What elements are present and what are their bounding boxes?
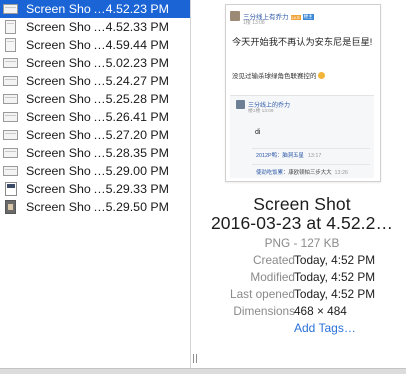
add-tags-link[interactable]: Add Tags… [294, 321, 356, 335]
file-time: …4.59.44 PM [93, 38, 169, 52]
file-name: Screen Sho [26, 20, 91, 34]
file-row[interactable]: Screen Sho …5.29.33 PM [0, 180, 190, 198]
modified-row: Modified Today, 4:52 PM [198, 270, 406, 286]
file-name: Screen Sho [26, 92, 91, 106]
file-title-line2: 2016-03-23 at 4.52.2… [210, 213, 394, 233]
file-thumbnail-icon [5, 20, 16, 34]
file-row[interactable]: Screen Sho …5.25.28 PM [0, 90, 190, 108]
preview-pane: 三分线上有乔力 Lv.6 楼主 1楼 13:08 今天开始我不再认为安东尼是巨星! … [198, 0, 406, 368]
role-badge: 楼主 [302, 14, 314, 21]
dimensions-row: Dimensions 468 × 484 [198, 304, 406, 320]
file-thumbnail-icon [3, 76, 18, 86]
file-row[interactable]: Screen Sho …5.27.20 PM [0, 126, 190, 144]
last-opened-label: Last opened [230, 287, 295, 301]
file-thumbnail-icon [5, 200, 16, 214]
reply-avatar [236, 100, 245, 109]
post-meta: 1楼 13:08 [243, 20, 265, 26]
file-time: …5.29.50 PM [93, 200, 169, 214]
file-name: Screen Sho [26, 128, 91, 142]
sub-reply-1-time: 13:17 [307, 153, 322, 159]
file-time: …5.29.00 PM [93, 164, 169, 178]
column-resize-handle[interactable] [193, 354, 197, 363]
sub-reply-1-text: 2012P鸭：脑洞五星 [256, 153, 304, 159]
file-thumbnail-icon [5, 38, 16, 52]
last-opened-row: Last opened Today, 4:52 PM [198, 287, 406, 303]
file-row[interactable]: Screen Sho …4.59.44 PM [0, 36, 190, 54]
reply-block: 三分线上的乔力 楼1楼 13:09 di 2012P鸭：脑洞五星 13:17 使劲… [230, 95, 374, 178]
file-name: Screen Sho [26, 164, 91, 178]
file-title: Screen Shot [253, 194, 351, 214]
file-row[interactable]: Screen Sho …5.26.41 PM [0, 108, 190, 126]
file-thumbnail-icon [3, 4, 18, 14]
post-content-line2-text: 没见过输杀球绿角色联赛控的 [232, 73, 317, 80]
file-thumbnail-icon [3, 58, 18, 68]
sub-reply-2-time: 13:26 [334, 170, 349, 176]
sub-reply-2-text: ：康欧顿帕三步大大 [282, 170, 332, 176]
file-name: Screen Sho [26, 110, 91, 124]
created-label: Created [253, 253, 295, 267]
file-list[interactable]: Screen Sho …4.52.23 PM Screen Sho …4.52.33 … [0, 0, 190, 368]
horizontal-scrollbar[interactable] [0, 368, 406, 374]
file-name: Screen Sho [26, 56, 91, 70]
created-value: Today, 4:52 PM [294, 253, 376, 267]
sub-reply-2-user: 使劲吃饭累 [256, 170, 283, 176]
file-name: Screen Sho [26, 182, 91, 196]
last-opened-value: Today, 4:52 PM [294, 287, 376, 301]
dimensions-label: Dimensions [233, 304, 295, 318]
post-content: 今天开始我不再认为安东尼是巨星! [232, 37, 373, 47]
file-time: …5.26.41 PM [93, 110, 169, 124]
file-name: Screen Sho [26, 74, 91, 88]
file-row[interactable]: Screen Sho …5.28.35 PM [0, 144, 190, 162]
file-time: …5.25.28 PM [93, 92, 169, 106]
reply-text: di [255, 129, 261, 136]
reply-meta: 楼1楼 13:09 [248, 109, 274, 114]
file-thumbnail-icon [3, 130, 18, 140]
emoji-icon [317, 72, 325, 79]
file-row[interactable]: Screen Sho …5.02.23 PM [0, 54, 190, 72]
sub-reply-1: 2012P鸭：脑洞五星 13:17 [256, 151, 321, 159]
file-row[interactable]: Screen Sho …4.52.33 PM [0, 18, 190, 36]
file-time: …5.28.35 PM [93, 146, 169, 160]
file-time: …5.02.23 PM [93, 56, 169, 70]
post-content-line2: 没见过输杀球绿角色联赛控的 [232, 70, 325, 80]
file-thumbnail-icon [5, 182, 17, 196]
image-thumbnail[interactable]: 三分线上有乔力 Lv.6 楼主 1楼 13:08 今天开始我不再认为安东尼是巨星! … [225, 4, 381, 182]
level-badge: Lv.6 [290, 14, 301, 20]
column-divider [190, 0, 191, 368]
file-time: …4.52.23 PM [93, 2, 169, 16]
file-time: …4.52.33 PM [93, 20, 169, 34]
modified-value: Today, 4:52 PM [294, 270, 376, 284]
file-name: Screen Sho [26, 146, 91, 160]
poster-avatar [230, 11, 240, 21]
modified-label: Modified [250, 270, 295, 284]
reply-divider [252, 148, 370, 149]
file-time: …5.24.27 PM [93, 74, 169, 88]
file-kind-size: PNG - 127 KB [264, 236, 340, 250]
file-thumbnail-icon [3, 94, 18, 104]
file-row[interactable]: Screen Sho …5.24.27 PM [0, 72, 190, 90]
file-name: Screen Sho [26, 38, 91, 52]
file-thumbnail-icon [3, 148, 18, 158]
reply-divider-2 [252, 164, 370, 165]
dimensions-value: 468 × 484 [294, 304, 347, 318]
sub-reply-2: 使劲吃饭累：康欧顿帕三步大大 13:26 [256, 168, 348, 176]
file-time: …5.27.20 PM [93, 128, 169, 142]
file-name: Screen Sho [26, 2, 91, 16]
file-thumbnail-icon [3, 112, 18, 122]
file-row[interactable]: Screen Sho …5.29.50 PM [0, 198, 190, 216]
file-time: …5.29.33 PM [93, 182, 169, 196]
file-thumbnail-icon [3, 166, 18, 176]
file-row[interactable]: Screen Sho …4.52.23 PM [0, 0, 190, 18]
file-row[interactable]: Screen Sho …5.29.00 PM [0, 162, 190, 180]
created-row: Created Today, 4:52 PM [198, 253, 406, 269]
file-name: Screen Sho [26, 200, 91, 214]
